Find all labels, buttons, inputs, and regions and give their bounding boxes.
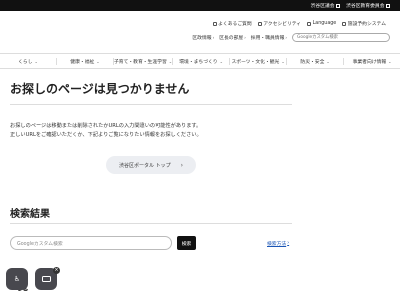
external-link-icon <box>386 3 390 8</box>
chevron-right-icon: › <box>180 161 183 169</box>
gnav-item-health[interactable]: 健康・福祉 ⌄ <box>55 57 113 65</box>
header-search-input[interactable]: Googleカスタム検索 <box>292 32 390 42</box>
utility-nav: よくあるご質問 アクセシビリティ Language 施設予約システム <box>0 11 400 31</box>
nav-ward-info[interactable]: 区政情報 › <box>192 34 214 41</box>
gnav-item-environment[interactable]: 環境・まちづくり ⌄ <box>172 57 229 65</box>
gnav-item-sports[interactable]: スポーツ・文化・観光 ⌄ <box>229 57 286 65</box>
gnav-item-business[interactable]: 事業者向け情報 ⌄ <box>343 57 400 65</box>
gnav-item-safety[interactable]: 防災・安全 ⌄ <box>286 57 343 65</box>
faq-link[interactable]: よくあるご質問 <box>212 20 252 27</box>
chevron-down-icon: ⌄ <box>96 58 100 64</box>
chevron-right-icon: › <box>212 34 215 40</box>
chevron-down-icon: ⌄ <box>34 58 38 64</box>
language-icon <box>307 21 312 26</box>
external-link-icon <box>342 21 347 26</box>
secondary-nav: 区政情報 › 区長の部屋 › 採用・職員情報 › Googleカスタム検索 <box>0 31 400 43</box>
search-button[interactable]: 検索 <box>177 236 196 250</box>
gnav-item-living[interactable]: くらし ⌄ <box>0 58 56 65</box>
external-link-icon <box>336 3 341 8</box>
nav-recruitment[interactable]: 採用・職員情報 › <box>251 34 287 41</box>
chevron-down-icon: ⌄ <box>219 58 223 64</box>
not-found-description: お探しのページは移動または削除されたかURLの入力間違いの可能性があります。 正… <box>10 123 202 138</box>
page-title: お探しのページは見つかりません <box>10 82 190 96</box>
gnav-item-childcare[interactable]: 子育て・教育・生涯学習 ⌄ <box>112 57 172 65</box>
chevron-down-icon: ⌄ <box>326 58 330 64</box>
search-input[interactable]: Googleカスタム検索 <box>10 236 172 250</box>
accessibility-fab[interactable]: ♿ <box>6 268 28 290</box>
close-icon[interactable]: × <box>53 267 60 274</box>
top-bar: 渋谷区議会 渋谷区教育委員会 <box>0 0 400 11</box>
chevron-right-icon: › <box>244 34 246 40</box>
council-link[interactable]: 渋谷区議会 <box>311 2 341 9</box>
search-help-link[interactable]: 検索方法 › <box>267 240 289 247</box>
chevron-down-icon: ⌄ <box>388 58 392 64</box>
chevron-right-icon: › <box>287 241 290 246</box>
nav-mayor-room[interactable]: 区長の部屋 › <box>219 34 246 41</box>
search-results-heading: 検索結果 <box>10 209 50 220</box>
accessibility-person-icon: ♿ <box>13 274 21 283</box>
global-nav: くらし ⌄ 健康・福祉 ⌄ 子育て・教育・生涯学習 ⌄ 環境・まちづくり ⌄ スポーツ・… <box>0 53 400 69</box>
accessibility-icon <box>257 21 262 26</box>
portal-top-button[interactable]: 渋谷区ポータル トップ › <box>106 156 196 174</box>
chat-bubble-icon <box>41 276 51 282</box>
accessibility-link[interactable]: アクセシビリティ <box>257 20 301 27</box>
title-divider <box>10 104 292 105</box>
facility-reservation-link[interactable]: 施設予約システム <box>342 20 386 27</box>
language-link[interactable]: Language <box>307 21 336 26</box>
chevron-down-icon: ⌄ <box>281 58 285 64</box>
faq-icon <box>212 21 217 26</box>
chevron-right-icon: › <box>285 34 287 40</box>
board-of-education-link[interactable]: 渋谷区教育委員会 <box>346 2 390 9</box>
search-divider <box>10 223 292 224</box>
